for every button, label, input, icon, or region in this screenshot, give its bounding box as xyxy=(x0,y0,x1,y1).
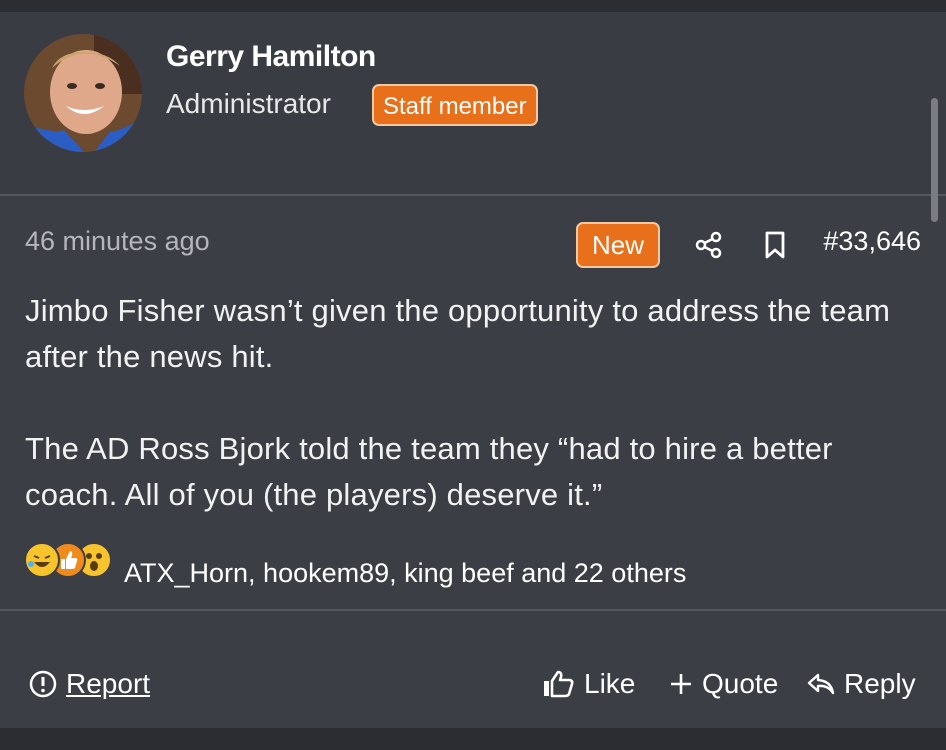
bookmark-icon[interactable] xyxy=(762,230,788,260)
laughing-emoji-icon xyxy=(24,542,60,578)
reaction-icons[interactable] xyxy=(24,542,124,582)
post-number-link[interactable]: #33,646 xyxy=(823,226,921,257)
author-name[interactable]: Gerry Hamilton xyxy=(166,40,376,74)
report-button[interactable]: Report xyxy=(28,668,150,700)
author-avatar[interactable] xyxy=(24,34,142,152)
quote-button[interactable]: Quote xyxy=(668,668,778,700)
staff-badge: Staff member xyxy=(372,84,538,126)
post-timestamp[interactable]: 46 minutes ago xyxy=(25,226,210,257)
author-title: Administrator xyxy=(166,88,331,119)
like-label: Like xyxy=(584,668,636,699)
like-button[interactable]: Like xyxy=(542,668,635,700)
thumbs-up-icon xyxy=(544,670,574,698)
reply-icon xyxy=(807,673,835,695)
new-badge: New xyxy=(576,222,660,268)
message-paragraph: The AD Ross Bjork told the team they “ha… xyxy=(25,431,833,512)
forum-post: Gerry Hamilton Administrator Staff membe… xyxy=(0,12,946,728)
reply-button[interactable]: Reply xyxy=(806,668,916,700)
plus-icon xyxy=(671,674,691,694)
footer-divider xyxy=(0,609,946,611)
quote-label: Quote xyxy=(702,668,779,699)
report-icon xyxy=(29,670,57,698)
post-author-header: Gerry Hamilton Administrator Staff membe… xyxy=(0,12,946,194)
reply-label: Reply xyxy=(844,668,916,699)
report-label: Report xyxy=(66,668,151,699)
page: Gerry Hamilton Administrator Staff membe… xyxy=(0,0,946,750)
post-message: Jimbo Fisher wasn’t given the opportunit… xyxy=(25,288,925,518)
share-icon[interactable] xyxy=(694,230,724,260)
header-divider xyxy=(0,194,946,196)
reaction-users-link[interactable]: ATX_Horn, hookem89, king beef and 22 oth… xyxy=(124,558,686,589)
scrollbar-thumb[interactable] xyxy=(931,98,938,222)
message-paragraph: Jimbo Fisher wasn’t given the opportunit… xyxy=(25,293,891,374)
